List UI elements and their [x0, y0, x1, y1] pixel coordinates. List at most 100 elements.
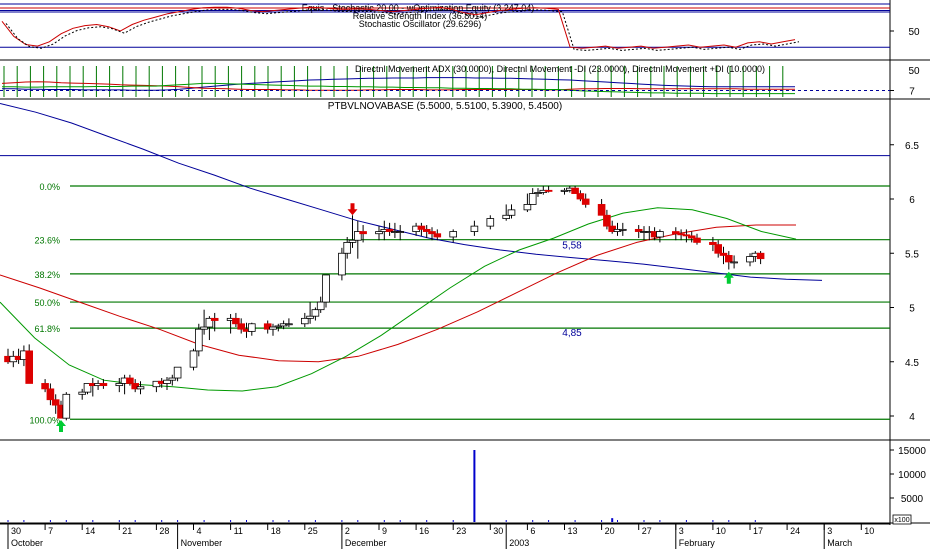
price-ytick-label-2: 5 [909, 304, 915, 315]
candle-body [285, 323, 293, 326]
x-month-label-3: 2003 [509, 538, 529, 548]
x-month-label-4: February [679, 538, 716, 548]
candle-body [232, 317, 240, 325]
candle-body [396, 231, 404, 233]
x-day-label-2: 14 [85, 526, 95, 536]
x-day-label-10: 9 [382, 526, 387, 536]
candle-body [576, 193, 585, 200]
x-day-label-12: 23 [456, 526, 466, 536]
candle-body [486, 218, 495, 227]
candle-body [693, 237, 701, 243]
x-day-label-6: 11 [234, 526, 243, 536]
volume-ytick-label-1: 10000 [898, 470, 926, 481]
candle-body [51, 399, 60, 406]
price-ytick-label-1: 4.5 [905, 358, 919, 369]
fib-label-2: 38.2% [34, 270, 60, 280]
price-ytick-label-6: 7 [909, 87, 915, 98]
annotation-label-0: 5,58 [562, 241, 582, 252]
candle-body [322, 274, 330, 303]
candle-body [603, 214, 611, 227]
candle-body [502, 214, 510, 219]
price-ytick-label-5: 6.5 [905, 141, 919, 152]
candle-body [528, 193, 537, 205]
candle-body [343, 241, 351, 254]
candle-body [338, 252, 346, 276]
chart-canvas: Equis - Stochastic 20.00 - wOptimization… [0, 0, 930, 549]
x-day-label-14: 6 [530, 526, 535, 536]
candle-body [173, 366, 182, 379]
x-month-label-0: October [11, 538, 43, 548]
volume-unit-label: x100 [894, 517, 909, 524]
candle-body [523, 204, 532, 211]
candle-body [571, 187, 579, 194]
x-day-label-22: 3 [827, 526, 832, 536]
candle-body [714, 244, 722, 254]
candle-body [46, 388, 55, 401]
candle-body [597, 204, 606, 216]
candle-body [619, 228, 627, 231]
candle-body [163, 379, 171, 384]
stoch-header-3: Stochastic Oscillator (29.6296) [359, 19, 482, 29]
x-day-label-0: 30 [11, 526, 21, 536]
fib-label-0: 0.0% [39, 182, 60, 192]
candle-body [507, 209, 516, 216]
fib-label-1: 23.6% [34, 236, 60, 246]
candle-body [449, 231, 457, 238]
x-day-label-18: 3 [679, 526, 684, 536]
price-ytick-label-0: 4 [909, 412, 915, 423]
candle-body [300, 317, 309, 325]
stock-chart: Equis - Stochastic 20.00 - wOptimization… [0, 0, 930, 549]
x-day-label-11: 16 [419, 526, 429, 536]
candle-body [311, 309, 320, 317]
x-day-label-1: 7 [48, 526, 53, 536]
x-day-label-8: 25 [308, 526, 318, 536]
dm-header: Directnl Movement ADX (30.0000), Directn… [355, 64, 765, 74]
chart-background [0, 0, 930, 549]
candle-body [581, 198, 590, 205]
candle-body [316, 301, 325, 311]
annotation-label-1: 4,85 [562, 328, 582, 339]
x-day-label-23: 10 [864, 526, 874, 536]
x-day-label-4: 28 [159, 526, 169, 536]
candle-body [237, 323, 246, 330]
x-day-label-13: 30 [493, 526, 503, 536]
candle-body [730, 261, 738, 264]
x-month-label-5: March [827, 538, 852, 548]
x-day-label-19: 10 [716, 526, 726, 536]
candle-body [25, 350, 33, 384]
x-day-label-16: 20 [605, 526, 615, 536]
x-day-label-5: 4 [197, 526, 202, 536]
candle-body [99, 383, 108, 387]
candle-body [247, 323, 256, 332]
x-day-label-3: 21 [122, 526, 132, 536]
dm-ytick-label-0: 50 [908, 66, 920, 77]
candle-body [41, 383, 49, 390]
candle-body [725, 255, 733, 263]
candle-body [194, 328, 203, 352]
candle-body [189, 350, 198, 368]
candle-body [136, 386, 145, 390]
candle-body [433, 233, 442, 238]
price-ytick-label-4: 6 [909, 195, 915, 206]
candle-body [756, 252, 765, 260]
candle-body [544, 189, 553, 192]
price-title: PTBVLNOVABASE (5.5000, 5.5100, 5.3900, 5… [328, 101, 562, 112]
x-day-label-17: 27 [642, 526, 652, 536]
price-ytick-label-3: 5.5 [905, 249, 919, 260]
fib-label-5: 100.0% [29, 415, 60, 425]
fib-label-3: 50.0% [34, 298, 60, 308]
x-month-label-2: December [345, 538, 387, 548]
x-day-label-9: 2 [345, 526, 350, 536]
x-day-label-21: 24 [790, 526, 800, 536]
candle-body [417, 225, 426, 230]
candle-body [126, 377, 134, 384]
volume-ytick-label-2: 15000 [898, 446, 926, 457]
stoch-ytick-label-0: 50 [908, 27, 920, 38]
fib-label-4: 61.8% [34, 324, 60, 334]
x-day-label-20: 17 [753, 526, 763, 536]
candle-body [62, 393, 71, 419]
x-day-label-15: 13 [568, 526, 578, 536]
candle-body [656, 231, 664, 238]
candle-body [746, 256, 754, 263]
candle-body [210, 317, 219, 321]
